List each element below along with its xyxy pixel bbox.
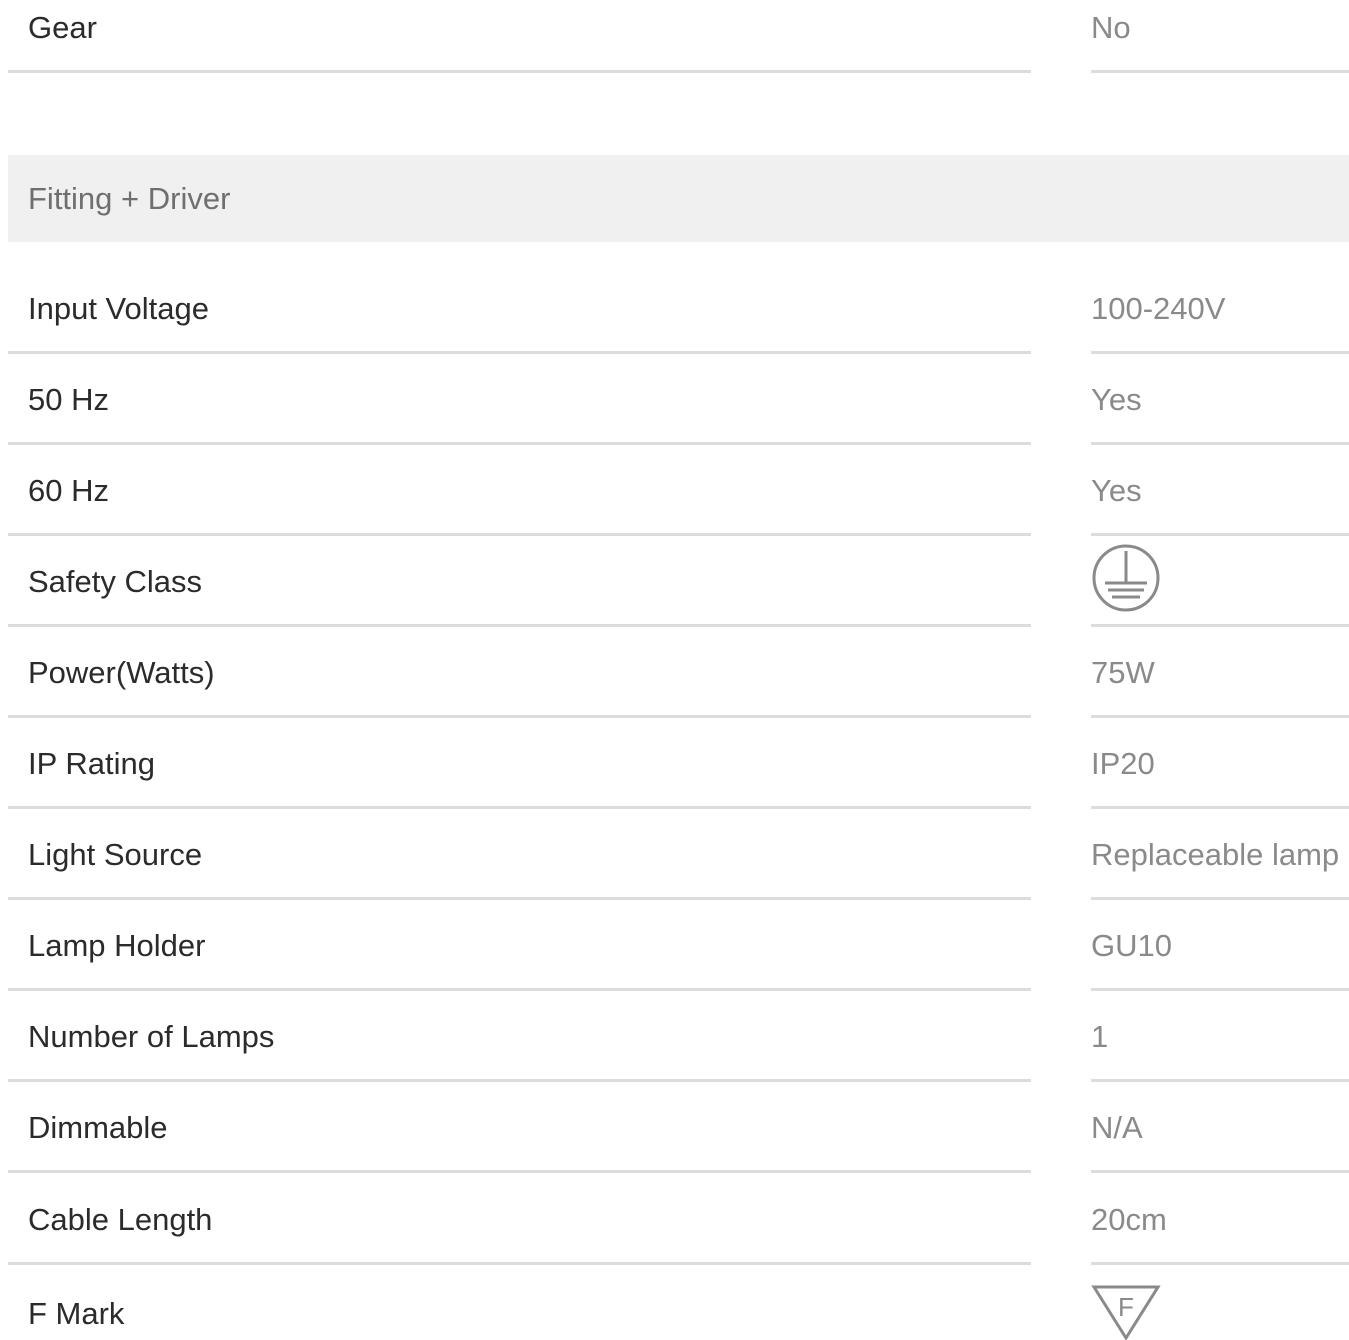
- spec-row-number-of-lamps: Number of Lamps 1: [8, 991, 1349, 1082]
- spec-value: Yes: [1091, 381, 1142, 417]
- spec-label: Lamp Holder: [28, 927, 206, 963]
- spec-label: Light Source: [28, 836, 203, 872]
- svg-text:F: F: [1118, 1292, 1134, 1322]
- section-title: Fitting + Driver: [28, 180, 231, 216]
- spec-row-power: Power(Watts) 75W: [8, 627, 1349, 718]
- spec-row-lamp-holder: Lamp Holder GU10: [8, 900, 1349, 991]
- spec-label: Dimmable: [28, 1109, 168, 1145]
- spec-value: 20cm: [1091, 1201, 1167, 1237]
- divider: [8, 1170, 1031, 1173]
- spec-label: Power(Watts): [28, 654, 215, 690]
- spec-row-light-source: Light Source Replaceable lamp: [8, 809, 1349, 900]
- divider: [1091, 1262, 1349, 1265]
- spec-value: 1: [1091, 1018, 1109, 1054]
- spec-row-input-voltage: Input Voltage 100-240V: [8, 263, 1349, 354]
- spec-label: Number of Lamps: [28, 1018, 275, 1054]
- spec-label: F Mark: [28, 1296, 125, 1331]
- spec-label: 60 Hz: [28, 472, 109, 508]
- divider: [8, 70, 1031, 73]
- spec-label: Gear: [28, 9, 97, 45]
- spec-value: Replaceable lamp: [1091, 836, 1340, 872]
- divider: [1091, 1170, 1349, 1173]
- earth-ground-class-1-icon: [1091, 543, 1161, 613]
- spec-row-ip-rating: IP Rating IP20: [8, 718, 1349, 809]
- section-header-fitting-driver: Fitting + Driver: [8, 155, 1349, 242]
- spec-row-gear: Gear No: [8, 0, 1349, 73]
- spec-row-cable-length: Cable Length 20cm: [8, 1174, 1349, 1265]
- spec-row-dimmable: Dimmable N/A: [8, 1082, 1349, 1173]
- f-mark-triangle-icon: F: [1091, 1284, 1161, 1340]
- spec-row-f-mark: F Mark F: [8, 1266, 1349, 1340]
- spec-label: 50 Hz: [28, 381, 109, 417]
- spec-value: GU10: [1091, 927, 1172, 963]
- spec-label: Cable Length: [28, 1201, 213, 1237]
- spec-row-60hz: 60 Hz Yes: [8, 445, 1349, 536]
- spec-label: IP Rating: [28, 745, 155, 781]
- spec-value: 75W: [1091, 654, 1155, 690]
- spec-label: Safety Class: [28, 563, 203, 599]
- spec-value: N/A: [1091, 1109, 1143, 1145]
- spec-value: 100-240V: [1091, 290, 1226, 326]
- spec-row-50hz: 50 Hz Yes: [8, 354, 1349, 445]
- spec-value: IP20: [1091, 745, 1155, 781]
- divider: [8, 1262, 1031, 1265]
- spec-value: Yes: [1091, 472, 1142, 508]
- spec-row-safety-class: Safety Class: [8, 536, 1349, 627]
- divider: [1091, 70, 1349, 73]
- spec-label: Input Voltage: [28, 290, 209, 326]
- spec-value: No: [1091, 9, 1131, 45]
